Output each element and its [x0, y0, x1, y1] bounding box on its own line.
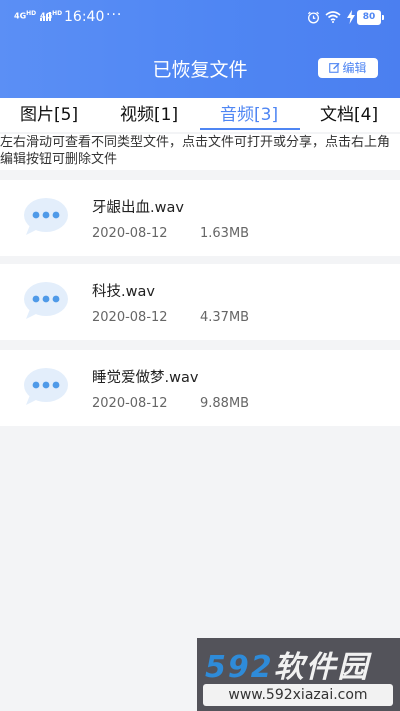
- file-date: 2020-08-12: [92, 396, 168, 411]
- signal-1-label: 4G: [14, 11, 27, 21]
- wifi-icon: [325, 11, 341, 23]
- edit-icon: [329, 62, 341, 73]
- file-date: 2020-08-12: [92, 310, 168, 325]
- file-name: 科技.wav: [92, 284, 155, 300]
- file-size: 9.88MB: [200, 396, 250, 411]
- audio-file-icon: [24, 368, 68, 405]
- status-bar: 4GHD 4GHD 16:40 ··· 80: [0, 0, 400, 34]
- file-type-tabs: 图片[5] 视频[1] 音频[3] 文档[4]: [0, 98, 400, 132]
- battery-icon: 80: [357, 10, 384, 25]
- file-item[interactable]: 牙龈出血.wav 2020-08-12 1.63MB: [0, 180, 400, 256]
- file-item[interactable]: 睡觉爱做梦.wav 2020-08-12 9.88MB: [0, 350, 400, 426]
- tab-images[interactable]: 图片[5]: [20, 104, 78, 130]
- watermark-url: www.592xiazai.com: [203, 684, 393, 706]
- audio-file-icon: [24, 282, 68, 319]
- file-name: 睡觉爱做梦.wav: [92, 370, 199, 386]
- audio-file-icon: [24, 198, 68, 235]
- tab-documents[interactable]: 文档[4]: [320, 104, 378, 130]
- app-header: 4GHD 4GHD 16:40 ··· 80 已恢复文件 编辑: [0, 0, 400, 98]
- edit-button[interactable]: 编辑: [318, 58, 378, 78]
- tab-videos[interactable]: 视频[1]: [120, 104, 178, 130]
- alarm-icon: [307, 11, 320, 24]
- tab-audio[interactable]: 音频[3]: [220, 104, 278, 130]
- file-size: 4.37MB: [200, 310, 250, 325]
- more-notifications-icon: ···: [106, 7, 123, 23]
- watermark-brand-cn: 软件园: [273, 650, 370, 685]
- file-name: 牙龈出血.wav: [92, 200, 184, 216]
- charging-icon: [347, 10, 355, 24]
- signal-1-sub: HD: [26, 10, 37, 17]
- file-item[interactable]: 科技.wav 2020-08-12 4.37MB: [0, 264, 400, 340]
- watermark-logo: 592软件园 www.592xiazai.com: [197, 638, 400, 711]
- usage-hint: 左右滑动可查看不同类型文件，点击文件可打开或分享，点击右上角编辑按钮可删除文件: [0, 134, 400, 170]
- signal-2-sub: HD: [52, 10, 63, 17]
- signal-2-indicator: 4GHD: [40, 10, 62, 21]
- status-time: 16:40: [64, 9, 105, 25]
- signal-2-label: 4G: [40, 11, 53, 21]
- file-date: 2020-08-12: [92, 226, 168, 241]
- watermark-brand: 592软件园: [205, 642, 370, 686]
- file-size: 1.63MB: [200, 226, 250, 241]
- active-tab-indicator: [200, 128, 300, 130]
- watermark-brand-num: 592: [205, 650, 274, 685]
- edit-button-label: 编辑: [342, 61, 367, 75]
